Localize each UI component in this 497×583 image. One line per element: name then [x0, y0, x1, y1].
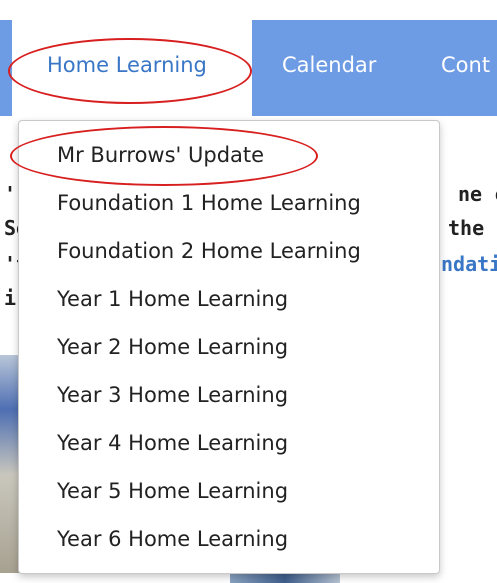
menu-item-foundation-2[interactable]: Foundation 2 Home Learning	[57, 239, 361, 263]
nav-contact[interactable]: Cont	[441, 53, 490, 77]
background-text-fragment: '	[4, 182, 17, 206]
menu-item-year-4[interactable]: Year 4 Home Learning	[57, 431, 288, 455]
nav-calendar[interactable]: Calendar	[282, 53, 376, 77]
menu-item-foundation-1[interactable]: Foundation 1 Home Learning	[57, 191, 361, 215]
menu-item-year-2[interactable]: Year 2 Home Learning	[57, 335, 288, 359]
background-link-fragment[interactable]: ndati	[441, 252, 497, 276]
menu-item-year-1[interactable]: Year 1 Home Learning	[57, 287, 288, 311]
background-text-fragment: i	[4, 286, 17, 310]
menu-item-year-3[interactable]: Year 3 Home Learning	[57, 383, 288, 407]
background-text-fragment: ne c	[458, 182, 497, 206]
home-learning-dropdown-menu: Mr Burrows' Update Foundation 1 Home Lea…	[18, 120, 440, 574]
menu-item-year-6[interactable]: Year 6 Home Learning	[57, 527, 288, 551]
menu-item-mr-burrows-update[interactable]: Mr Burrows' Update	[57, 143, 264, 167]
background-text-fragment: the	[448, 216, 485, 240]
top-navigation: Home Learning Calendar Cont	[0, 0, 497, 118]
nav-home-learning[interactable]: Home Learning	[47, 53, 207, 77]
menu-item-year-5[interactable]: Year 5 Home Learning	[57, 479, 288, 503]
